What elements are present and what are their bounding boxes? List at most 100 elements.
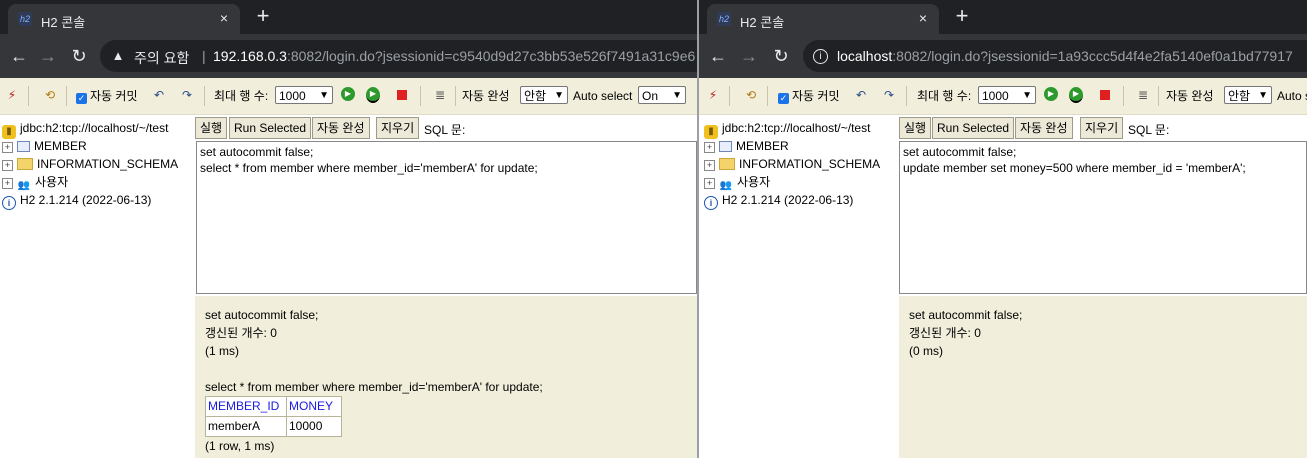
history-icon[interactable]: ≣	[1135, 87, 1151, 103]
chevron-down-icon: ▼	[672, 90, 682, 101]
tree-item-member[interactable]: + MEMBER	[2, 137, 87, 155]
expand-icon[interactable]: +	[704, 160, 715, 171]
result-update-count: 갱신된 개수: 0	[909, 326, 981, 340]
h2-toolbar: ⚡ ⟲ ✓ 자동 커밋 ↶ ↷ 최대 행 수: 1000 ▼ ▶ ▶ ≣ 자동 완성…	[699, 78, 1307, 115]
security-warning-label[interactable]: 주의 요함	[134, 48, 189, 68]
autocomplete-select[interactable]: 안함 ▼	[520, 86, 568, 104]
commit-icon[interactable]: ↷	[881, 87, 897, 103]
disconnect-icon[interactable]: ⚡	[705, 87, 721, 103]
forward-arrow-icon[interactable]: →	[37, 45, 59, 67]
max-rows-select[interactable]: 1000 ▼	[978, 86, 1036, 104]
close-tab-icon[interactable]: ×	[216, 10, 232, 26]
table-row: memberA 10000	[205, 416, 342, 437]
expand-icon[interactable]: +	[704, 178, 715, 189]
connection-label: jdbc:h2:tcp://localhost/~/test	[722, 121, 871, 135]
forward-arrow-icon[interactable]: →	[738, 45, 760, 67]
tree-item-label: 사용자	[35, 175, 69, 189]
autocomplete-select[interactable]: 안함 ▼	[1224, 86, 1272, 104]
autocommit-checkbox[interactable]: ✓ 자동 커밋	[778, 87, 840, 105]
warning-icon[interactable]: ▲	[110, 48, 126, 63]
expand-icon[interactable]: +	[2, 160, 13, 171]
tree-item-information-schema[interactable]: + INFORMATION_SCHEMA	[704, 155, 880, 173]
checkbox-checked-icon[interactable]: ✓	[778, 93, 789, 104]
checkbox-checked-icon[interactable]: ✓	[76, 93, 87, 104]
autocomplete-button[interactable]: 자동 완성	[1015, 117, 1073, 139]
reload-icon[interactable]: ↻	[68, 45, 90, 67]
disconnect-icon[interactable]: ⚡	[4, 87, 20, 103]
run-selected-button[interactable]: Run Selected	[932, 117, 1015, 139]
tree-item-information-schema[interactable]: + INFORMATION_SCHEMA	[2, 155, 178, 173]
chevron-down-icon: ▼	[1258, 90, 1268, 101]
schema-tree: ▮ jdbc:h2:tcp://localhost/~/test + MEMBER …	[699, 115, 894, 458]
column-header[interactable]: MONEY	[286, 396, 342, 417]
run-icon[interactable]: ▶	[1044, 87, 1060, 103]
clear-button[interactable]: 지우기	[1080, 117, 1124, 139]
autocomplete-button[interactable]: 자동 완성	[312, 117, 370, 139]
clear-button[interactable]: 지우기	[376, 117, 420, 139]
folder-icon	[17, 158, 33, 170]
table-cell: memberA	[205, 416, 287, 437]
close-tab-icon[interactable]: ×	[915, 10, 931, 26]
chevron-down-icon: ▼	[319, 90, 329, 101]
autocommit-checkbox[interactable]: ✓ 자동 커밋	[76, 87, 138, 105]
autoselect-select[interactable]: On ▼	[638, 86, 686, 104]
browser-window-left: h2 H2 콘솔 × + ← → ↻ ▲ 주의 요함 | 192.168.0.3…	[0, 0, 697, 458]
reload-icon[interactable]: ↻	[770, 45, 792, 67]
browser-tab[interactable]: h2 H2 콘솔 ×	[707, 4, 939, 34]
sql-editor[interactable]: set autocommit false; select * from memb…	[196, 141, 697, 294]
expand-icon[interactable]: +	[2, 142, 13, 153]
tree-item-users[interactable]: + 👥 사용자	[2, 173, 68, 191]
stop-icon[interactable]	[394, 87, 410, 103]
rollback-icon[interactable]: ↶	[853, 87, 869, 103]
browser-tab[interactable]: h2 H2 콘솔 ×	[8, 4, 240, 34]
run-selected-button[interactable]: Run Selected	[229, 117, 312, 139]
new-tab-button[interactable]: +	[952, 4, 972, 28]
sql-line: set autocommit false;	[200, 145, 314, 159]
tree-connection[interactable]: ▮ jdbc:h2:tcp://localhost/~/test	[704, 119, 871, 139]
max-rows-label: 최대 행 수:	[214, 89, 269, 103]
tree-item-users[interactable]: + 👥 사용자	[704, 173, 770, 191]
omnibox[interactable]: ▲ 주의 요함 | 192.168.0.3:8082/login.do?jses…	[100, 40, 697, 72]
expand-icon[interactable]: +	[704, 142, 715, 153]
sql-button-bar: 실행 Run Selected 자동 완성 지우기 SQL 문:	[195, 115, 697, 141]
run-selected-icon[interactable]: ▶	[366, 87, 382, 103]
refresh-icon[interactable]: ⟲	[743, 87, 759, 103]
result-statement: set autocommit false;	[205, 308, 319, 322]
run-icon[interactable]: ▶	[341, 87, 357, 103]
sql-editor[interactable]: set autocommit false; update member set …	[899, 141, 1307, 294]
tree-version: i H2 2.1.214 (2022-06-13)	[704, 191, 854, 210]
tab-strip: h2 H2 콘솔 × +	[0, 0, 697, 34]
max-rows-select[interactable]: 1000 ▼	[275, 86, 333, 104]
max-rows-label: 최대 행 수:	[917, 89, 972, 103]
column-header[interactable]: MEMBER_ID	[205, 396, 287, 417]
result-table: MEMBER_ID MONEY memberA 10000	[205, 396, 342, 437]
rollback-icon[interactable]: ↶	[151, 87, 167, 103]
tree-item-member[interactable]: + MEMBER	[704, 137, 789, 155]
url-path: :8082/login.do?jsessionid=c9540d9d27c3bb…	[286, 48, 696, 64]
run-button[interactable]: 실행	[899, 117, 932, 139]
run-selected-icon[interactable]: ▶	[1069, 87, 1085, 103]
back-arrow-icon[interactable]: ←	[707, 45, 729, 67]
version-label: H2 2.1.214 (2022-06-13)	[722, 193, 854, 207]
commit-icon[interactable]: ↷	[179, 87, 195, 103]
stop-icon[interactable]	[1097, 87, 1113, 103]
result-statement: set autocommit false;	[909, 308, 1023, 322]
sql-line: select * from member where member_id='me…	[200, 161, 538, 175]
url-text[interactable]: 192.168.0.3:8082/login.do?jsessionid=c95…	[213, 48, 695, 64]
new-tab-button[interactable]: +	[253, 4, 273, 28]
autocomplete-label: 자동 완성	[1166, 89, 1214, 103]
omnibox[interactable]: i localhost:8082/login.do?jsessionid=1a9…	[803, 40, 1307, 72]
tree-connection[interactable]: ▮ jdbc:h2:tcp://localhost/~/test	[2, 119, 168, 139]
url-host: 192.168.0.3	[213, 48, 287, 64]
autocommit-label: 자동 커밋	[90, 89, 138, 103]
results-panel: set autocommit false; 갱신된 개수: 0 (1 ms) s…	[195, 296, 697, 458]
url-text[interactable]: localhost:8082/login.do?jsessionid=1a93c…	[837, 48, 1293, 64]
expand-icon[interactable]: +	[2, 178, 13, 189]
run-button[interactable]: 실행	[195, 117, 228, 139]
history-icon[interactable]: ≣	[432, 87, 448, 103]
result-update-count: 갱신된 개수: 0	[205, 326, 277, 340]
back-arrow-icon[interactable]: ←	[8, 45, 30, 67]
info-icon[interactable]: i	[813, 49, 828, 64]
info-icon: i	[2, 196, 16, 210]
refresh-icon[interactable]: ⟲	[42, 87, 58, 103]
